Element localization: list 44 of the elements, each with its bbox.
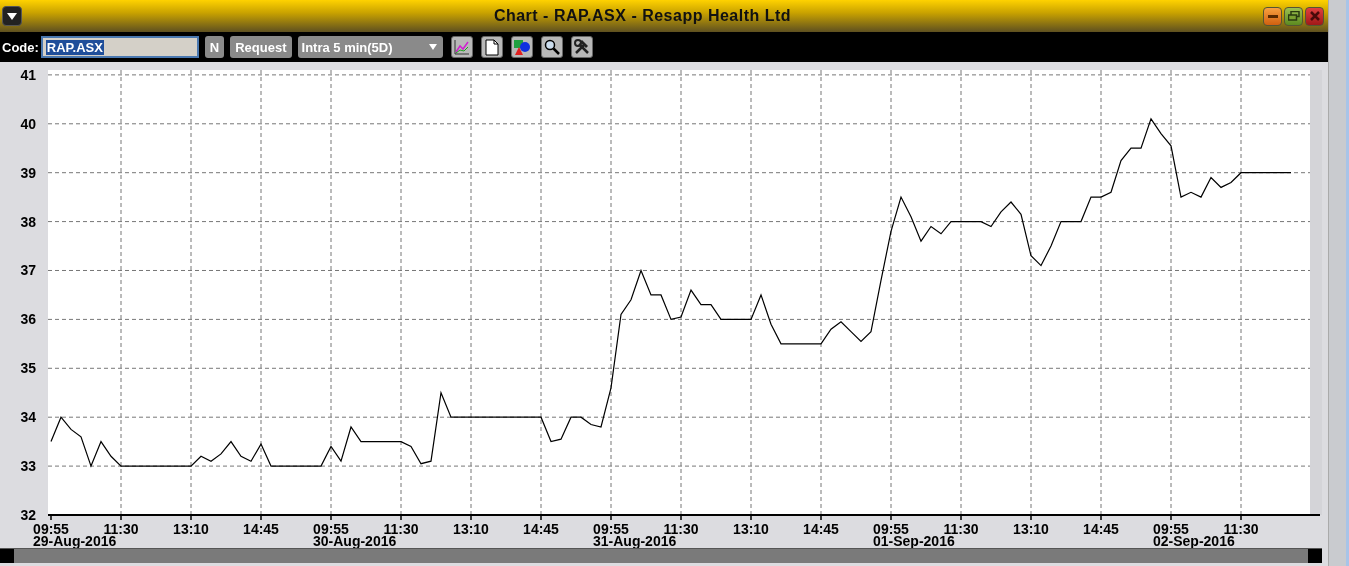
document-icon [484,38,499,56]
axis-label: 14:45 [243,521,279,537]
axis-label: 34 [20,409,36,426]
axis-label: 13:10 [1013,521,1049,537]
axis-label: 41 [20,66,36,83]
minimize-icon [1267,14,1278,18]
interval-dropdown[interactable]: Intra 5 min(5D) [297,36,443,58]
axis-label: 38 [20,213,36,230]
search-button[interactable] [540,36,563,58]
axis-label: 14:45 [523,521,559,537]
search-icon [543,39,560,55]
shapes-icon [512,38,531,56]
window-title: Chart - RAP.ASX - Resapp Health Ltd [492,7,793,25]
axis-label: 37 [20,262,36,279]
code-label: Code: [2,39,39,55]
axis-label: 39 [20,164,36,181]
axis-label: 36 [20,311,36,328]
request-button[interactable]: Request [230,36,292,58]
code-field[interactable]: RAP.ASX [40,36,199,58]
axis-label: 32 [20,507,36,523]
close-button[interactable] [1305,6,1324,26]
horizontal-scrollbar[interactable] [0,548,1322,563]
axis-label: 33 [20,458,36,475]
line-chart-icon [452,38,471,56]
caret-icon [428,44,437,50]
caret-icon [7,12,17,20]
axis-label: 14:45 [1083,521,1119,537]
restore-icon [1287,11,1300,21]
tools-button[interactable] [570,36,593,58]
axis-label: 40 [20,115,36,132]
restore-button[interactable] [1284,6,1303,26]
document-button[interactable] [480,36,503,58]
n-button[interactable]: N [204,36,225,58]
axis-label: 35 [20,360,36,377]
axis-label: 14:45 [803,521,839,537]
axis-label: 13:10 [453,521,489,537]
axis-label: 13:10 [733,521,769,537]
line-chart-button[interactable] [450,36,473,58]
axis-label: 13:10 [173,521,209,537]
shapes-button[interactable] [510,36,533,58]
minimize-button[interactable] [1263,6,1282,26]
tools-icon [572,38,591,56]
close-icon [1309,11,1320,21]
menu-button[interactable] [2,6,22,26]
